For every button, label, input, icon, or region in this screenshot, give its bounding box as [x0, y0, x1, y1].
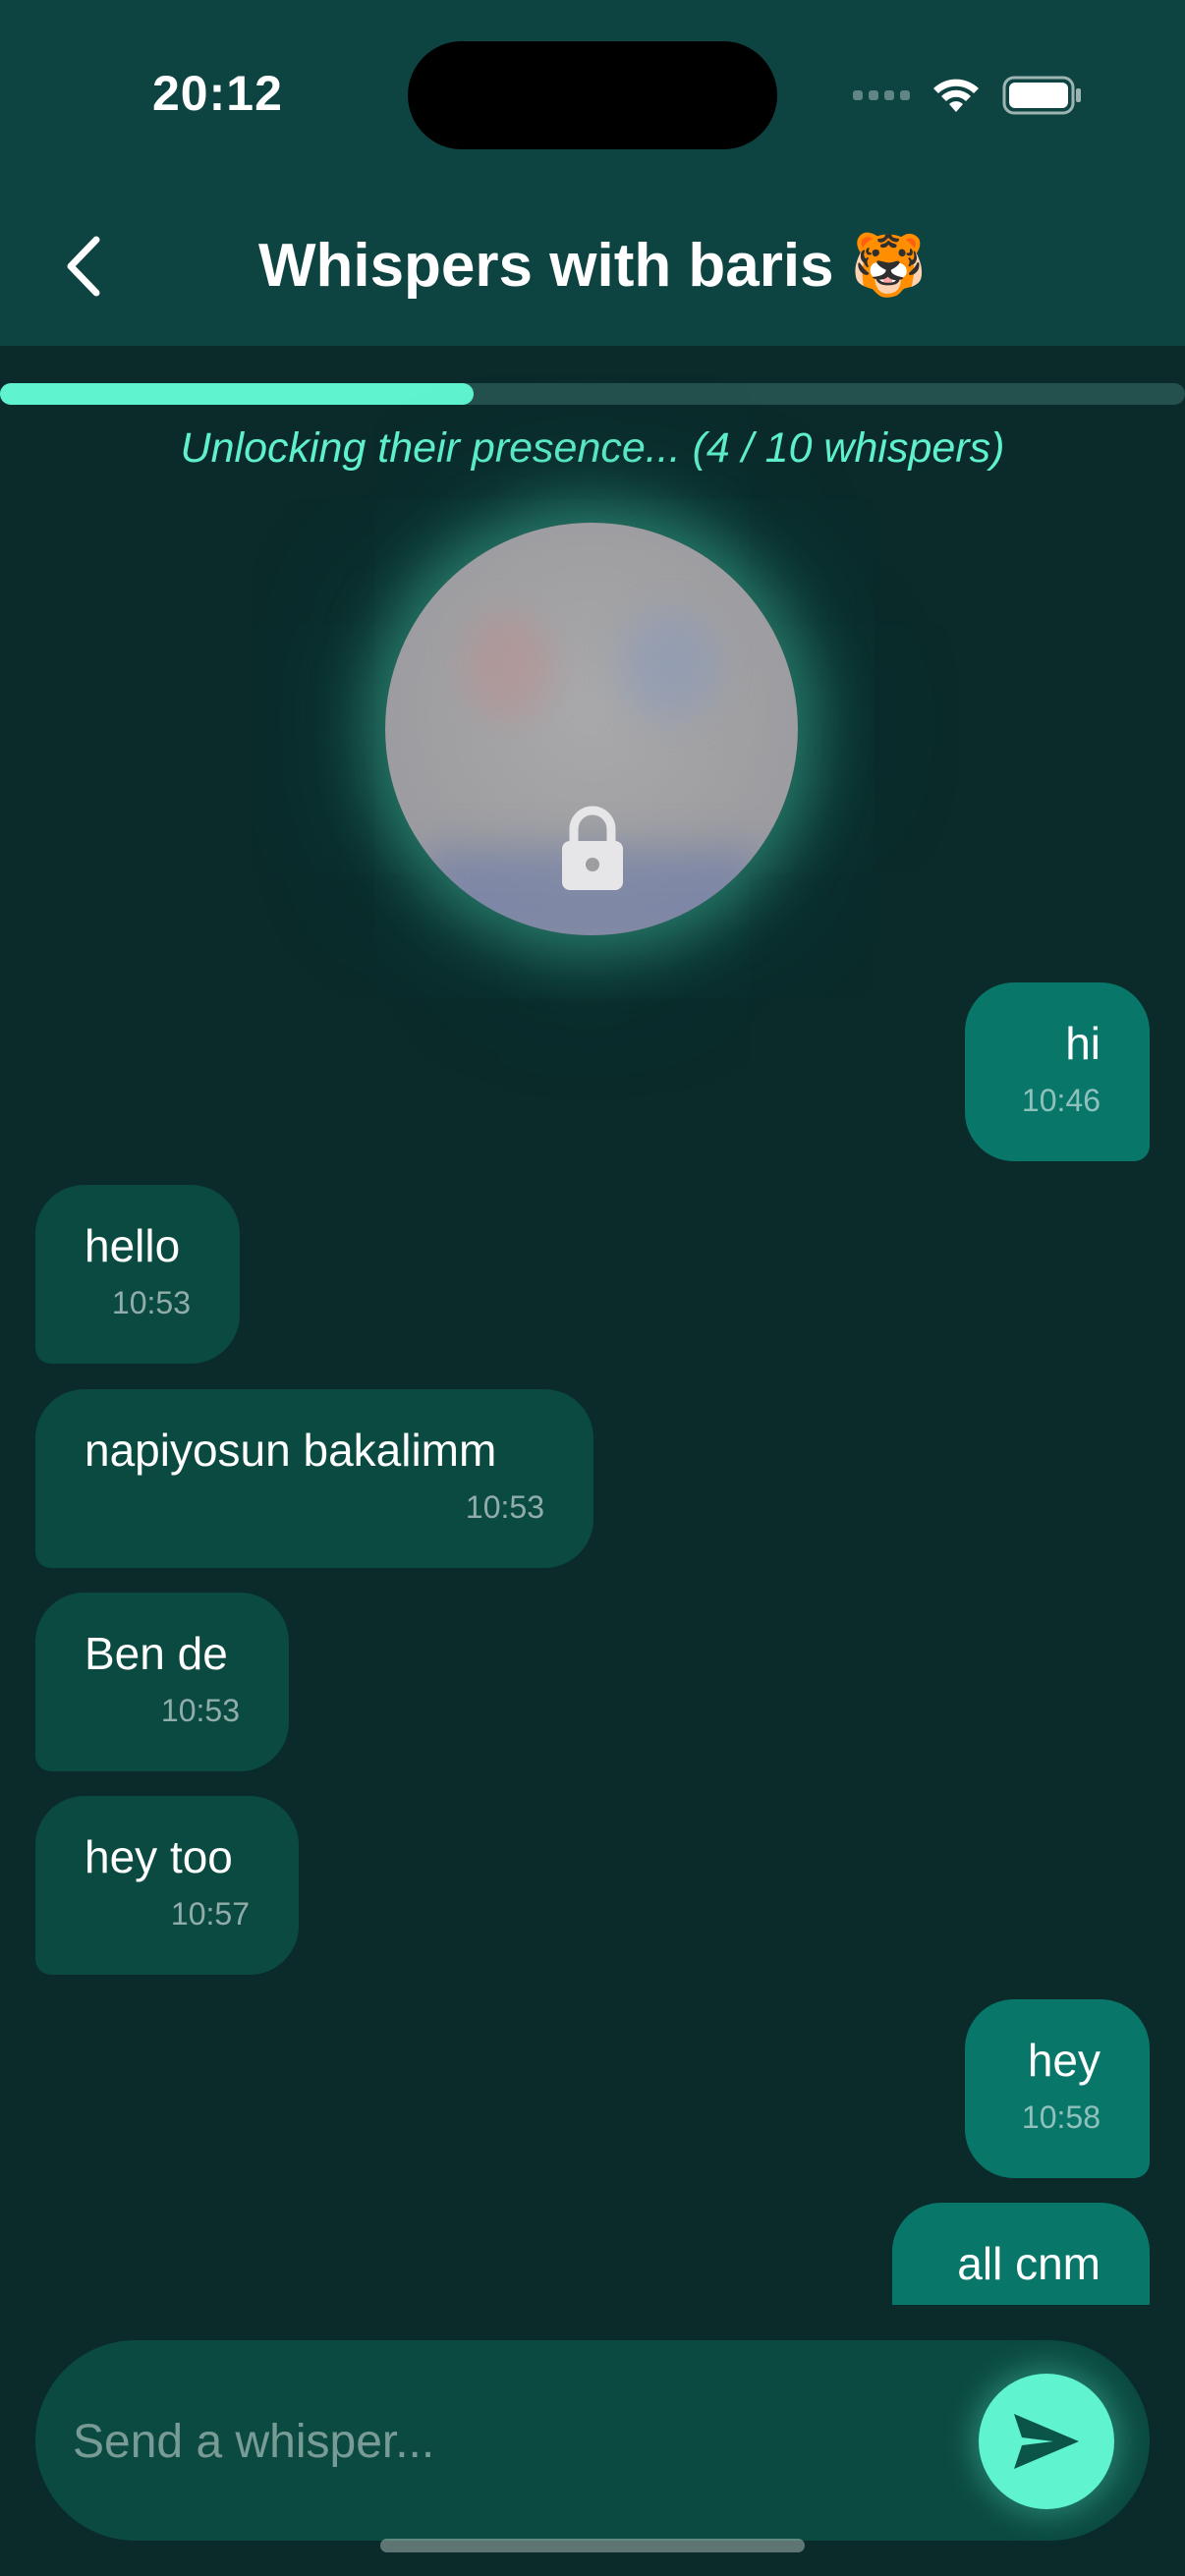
lock-icon: [562, 806, 623, 890]
unlock-progress-bar: [0, 383, 1185, 405]
status-bar-time: 20:12: [152, 66, 283, 121]
message-text: hello: [85, 1220, 181, 1271]
chat-screen: 20:12 Whispers with baris 🐯 Unlocking th…: [0, 0, 1185, 2576]
message-bubble-outgoing[interactable]: hi 10:46: [965, 982, 1150, 1161]
message-text: hi: [1065, 1018, 1100, 1069]
message-text: hey too: [85, 1831, 233, 1882]
message-time: 10:53: [111, 1285, 191, 1320]
send-button[interactable]: [979, 2374, 1114, 2509]
message-text: napiyosun bakalimm: [85, 1425, 497, 1476]
message-bubble-incoming[interactable]: hey too 10:57: [35, 1796, 299, 1975]
back-button[interactable]: [53, 224, 112, 308]
battery-icon: [1002, 76, 1081, 115]
message-bubble-incoming[interactable]: napiyosun bakalimm 10:53: [35, 1389, 593, 1568]
message-time: 10:53: [160, 1693, 240, 1728]
message-time: 10:57: [170, 1896, 250, 1932]
unlock-progress-caption: Unlocking their presence... (4 / 10 whis…: [180, 424, 1005, 472]
message-time: 10:46: [1021, 1083, 1100, 1118]
unlock-progress-fill: [0, 383, 475, 405]
message-text: Ben de: [85, 1628, 228, 1679]
message-bubble-incoming[interactable]: Ben de 10:53: [35, 1593, 289, 1771]
message-bubble-incoming[interactable]: hello 10:53: [35, 1185, 240, 1364]
chevron-left-icon: [67, 236, 100, 297]
message-time: 10:53: [465, 1489, 544, 1525]
message-time: 10:58: [1021, 2100, 1100, 2135]
cellular-signal-icon: [853, 90, 910, 100]
whisper-input[interactable]: [71, 2393, 959, 2490]
message-bubble-outgoing[interactable]: hey 10:58: [965, 1999, 1150, 2178]
send-icon: [1014, 2414, 1079, 2469]
message-text: hey: [1027, 2035, 1100, 2086]
page-title: Whispers with baris 🐯: [257, 232, 928, 300]
status-icons: [853, 71, 1083, 120]
top-bar: 20:12 Whispers with baris 🐯: [0, 0, 1185, 346]
home-indicator: [380, 2539, 805, 2552]
message-bubble-outgoing[interactable]: all cnm: [892, 2203, 1150, 2305]
message-composer: [35, 2340, 1150, 2541]
wifi-icon: [933, 79, 979, 112]
message-text: all cnm: [957, 2238, 1100, 2289]
dynamic-island: [408, 41, 777, 149]
